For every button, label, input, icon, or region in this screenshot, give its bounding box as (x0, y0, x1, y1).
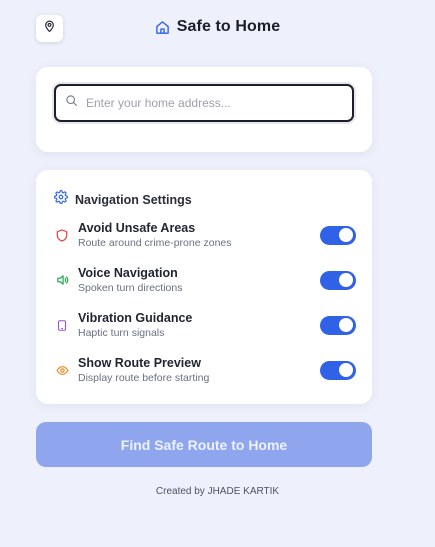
header: Safe to Home (0, 0, 435, 58)
setting-row-avoid-unsafe: Avoid Unsafe Areas Route around crime-pr… (54, 218, 356, 252)
setting-label: Avoid Unsafe Areas (78, 220, 196, 235)
shield-icon (54, 228, 70, 243)
setting-row-voice: Voice Navigation Spoken turn directions (54, 263, 356, 297)
toggle-knob (339, 318, 353, 332)
footer-credit: Created by JHADE KARTIK (155, 486, 280, 497)
eye-icon (54, 364, 70, 377)
setting-row-vibration: Vibration Guidance Haptic turn signals (54, 308, 356, 342)
settings-header: Navigation Settings (54, 190, 192, 209)
search-card (36, 67, 372, 152)
title-group: Safe to Home (0, 18, 435, 36)
setting-description: Display route before starting (78, 371, 210, 384)
setting-label: Voice Navigation (78, 265, 178, 280)
app-root: Safe to Home Navigation Settings (0, 0, 435, 547)
speaker-icon (54, 273, 70, 287)
gear-icon (54, 190, 68, 209)
setting-label: Show Route Preview (78, 355, 201, 370)
toggle-knob (339, 228, 353, 242)
find-route-label: Find Safe Route to Home (120, 436, 288, 453)
setting-description: Haptic turn signals (78, 326, 165, 339)
navigation-settings-card: Navigation Settings Avoid Unsafe Areas R… (36, 170, 372, 404)
voice-navigation-toggle[interactable] (320, 270, 356, 290)
page-title: Safe to Home (176, 18, 281, 35)
route-preview-toggle[interactable] (320, 360, 356, 380)
settings-title: Navigation Settings (75, 192, 192, 207)
vibration-guidance-toggle[interactable] (320, 315, 356, 335)
find-route-button[interactable]: Find Safe Route to Home (36, 422, 372, 467)
avoid-unsafe-toggle[interactable] (320, 225, 356, 245)
home-icon (155, 20, 170, 35)
toggle-knob (339, 273, 353, 287)
setting-row-route-preview: Show Route Preview Display route before … (54, 353, 356, 387)
toggle-knob (339, 363, 353, 377)
search-icon (65, 94, 78, 112)
setting-description: Spoken turn directions (78, 281, 183, 294)
address-input[interactable] (86, 96, 326, 110)
setting-label: Vibration Guidance (78, 310, 193, 325)
phone-vibrate-icon (54, 318, 70, 333)
search-box[interactable] (54, 84, 354, 122)
setting-description: Route around crime-prone zones (78, 236, 232, 249)
